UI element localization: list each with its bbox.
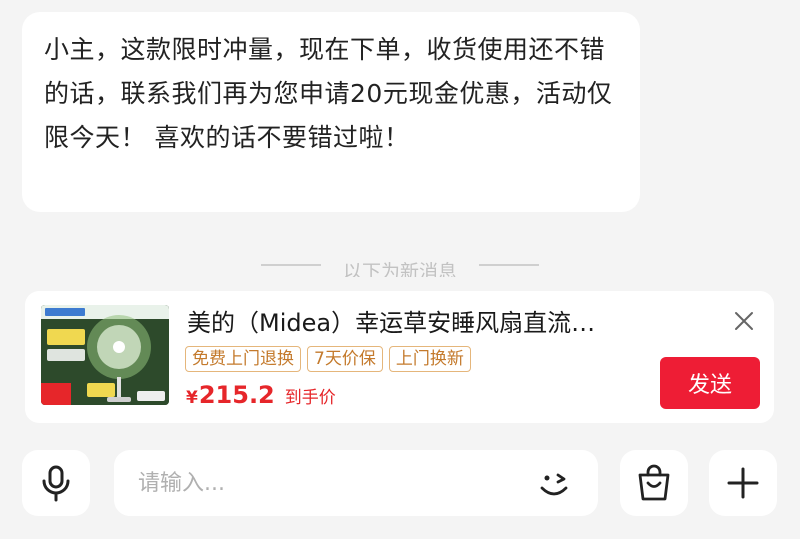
plus-icon (727, 467, 759, 499)
currency-symbol: ¥ (186, 388, 198, 408)
message-input[interactable] (138, 450, 518, 516)
message-input-box[interactable] (114, 450, 598, 516)
emoji-icon[interactable] (536, 466, 572, 502)
chat-message-bubble: 小主，这款限时冲量，现在下单，收货使用还不错的话，联系我们再为您申请20元现金优… (22, 12, 640, 212)
new-messages-divider: 以下为新消息 (0, 253, 800, 277)
divider-line-right (479, 264, 539, 266)
chat-message-text: 小主，这款限时冲量，现在下单，收货使用还不错的话，联系我们再为您申请20元现金优… (44, 35, 613, 152)
product-price-row: ¥ 215.2 到手价 (186, 381, 336, 409)
shopping-bag-button[interactable] (620, 450, 688, 516)
more-options-button[interactable] (709, 450, 777, 516)
product-title[interactable]: 美的（Midea）幸运草安睡风扇直流… (187, 307, 697, 339)
microphone-icon (42, 465, 70, 502)
service-tag: 7天价保 (307, 346, 383, 372)
close-icon[interactable] (732, 309, 756, 333)
service-tag: 免费上门退换 (185, 346, 301, 372)
product-price: 215.2 (198, 381, 275, 409)
product-thumbnail[interactable] (41, 305, 169, 405)
price-label: 到手价 (284, 388, 336, 408)
service-tag: 上门换新 (388, 346, 471, 372)
electric-fan-product-photo (41, 305, 169, 405)
product-card[interactable]: 美的（Midea）幸运草安睡风扇直流… 免费上门退换 7天价保 上门换新 ¥ 2… (25, 291, 774, 423)
product-service-tags: 免费上门退换 7天价保 上门换新 (185, 346, 471, 372)
voice-input-button[interactable] (22, 450, 90, 516)
shopping-bag-icon (638, 464, 670, 501)
send-product-button[interactable]: 发送 (660, 357, 760, 409)
divider-line-left (260, 264, 321, 266)
divider-label: 以下为新消息 (342, 260, 457, 278)
